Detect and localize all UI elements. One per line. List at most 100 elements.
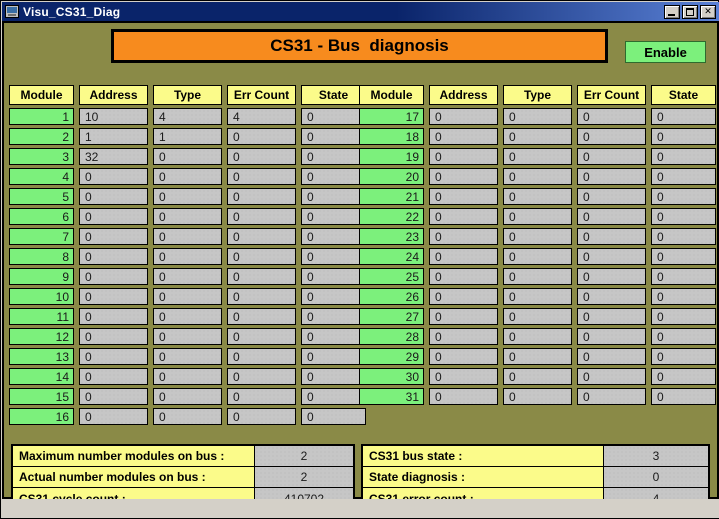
type-cell: 0 xyxy=(503,348,572,365)
table-row: 23 0 0 0 0 xyxy=(359,228,716,245)
type-cell: 0 xyxy=(503,168,572,185)
module-cell: 16 xyxy=(9,408,74,425)
err-count-cell: 0 xyxy=(227,168,296,185)
err-count-cell: 0 xyxy=(227,388,296,405)
table-row: 28 0 0 0 0 xyxy=(359,328,716,345)
table-row: 60000 xyxy=(9,208,366,225)
column-header-address: Address xyxy=(79,85,148,105)
module-cell: 19 xyxy=(359,148,424,165)
module-cell: 29 xyxy=(359,348,424,365)
state-cell: 0 xyxy=(651,188,716,205)
table-row: 24 0 0 0 0 xyxy=(359,248,716,265)
table-header-row-right: Module Address Type Err Count State xyxy=(359,85,716,105)
maximize-button[interactable] xyxy=(682,4,698,19)
table-row: 40000 xyxy=(9,168,366,185)
type-cell: 0 xyxy=(503,248,572,265)
address-cell: 0 xyxy=(429,108,498,125)
state-cell: 0 xyxy=(651,248,716,265)
err-count-cell: 0 xyxy=(227,208,296,225)
err-count-cell: 0 xyxy=(227,128,296,145)
address-cell: 0 xyxy=(429,188,498,205)
table-row: 31 0 0 0 0 xyxy=(359,388,716,405)
state-cell: 0 xyxy=(651,368,716,385)
address-cell: 0 xyxy=(79,328,148,345)
state-cell: 0 xyxy=(651,228,716,245)
module-cell: 31 xyxy=(359,388,424,405)
err-count-cell: 0 xyxy=(577,208,646,225)
state-cell: 0 xyxy=(301,328,366,345)
minimize-button[interactable] xyxy=(664,4,680,19)
err-count-cell: 0 xyxy=(227,368,296,385)
table-row: 11 0 0 0 0 xyxy=(9,308,366,325)
status-label: State diagnosis : xyxy=(363,467,604,487)
err-count-cell: 0 xyxy=(577,148,646,165)
err-count-cell: 0 xyxy=(577,128,646,145)
address-cell: 0 xyxy=(429,128,498,145)
type-cell: 0 xyxy=(503,288,572,305)
type-cell: 0 xyxy=(503,388,572,405)
enable-button[interactable]: Enable xyxy=(625,41,706,63)
state-cell: 0 xyxy=(301,268,366,285)
module-cell: 11 xyxy=(9,308,74,325)
address-cell: 0 xyxy=(429,328,498,345)
table-row: 21 0 0 0 0 xyxy=(359,188,716,205)
state-cell: 0 xyxy=(651,288,716,305)
state-cell: 0 xyxy=(301,168,366,185)
status-value: 2 xyxy=(255,446,353,466)
title-bar: Visu_CS31_Diag ✕ xyxy=(2,2,719,21)
address-cell: 0 xyxy=(79,348,148,365)
state-cell: 0 xyxy=(301,208,366,225)
module-cell: 7 xyxy=(9,228,74,245)
err-count-cell: 0 xyxy=(227,408,296,425)
err-count-cell: 0 xyxy=(577,368,646,385)
state-cell: 0 xyxy=(651,208,716,225)
state-cell: 0 xyxy=(651,108,716,125)
column-header-state: State xyxy=(651,85,716,105)
module-table-left: Module Address Type Err Count State 1 10 4… xyxy=(9,85,366,425)
state-cell: 0 xyxy=(651,328,716,345)
type-cell: 0 xyxy=(153,208,222,225)
address-cell: 0 xyxy=(79,208,148,225)
err-count-cell: 0 xyxy=(227,348,296,365)
table-row: 25 0 0 0 0 xyxy=(359,268,716,285)
table-row: 90000 xyxy=(9,268,366,285)
table-row: 26 0 0 0 0 xyxy=(359,288,716,305)
err-count-cell: 0 xyxy=(577,248,646,265)
type-cell: 0 xyxy=(153,268,222,285)
err-count-cell: 0 xyxy=(227,248,296,265)
table-row: 19 0 0 0 0 xyxy=(359,148,716,165)
err-count-cell: 0 xyxy=(577,108,646,125)
close-button[interactable]: ✕ xyxy=(700,4,716,19)
table-row: 18 0 0 0 0 xyxy=(359,128,716,145)
address-cell: 0 xyxy=(429,268,498,285)
table-row: 14 0 0 0 0 xyxy=(9,368,366,385)
state-cell: 0 xyxy=(301,288,366,305)
err-count-cell: 0 xyxy=(227,228,296,245)
table-row: 12 0 0 0 0 xyxy=(9,328,366,345)
address-cell: 0 xyxy=(429,308,498,325)
address-cell: 0 xyxy=(429,348,498,365)
type-cell: 0 xyxy=(503,308,572,325)
column-header-type: Type xyxy=(503,85,572,105)
state-cell: 0 xyxy=(301,408,366,425)
module-cell: 1 xyxy=(9,108,74,125)
status-value: 0 xyxy=(604,467,708,487)
module-cell: 2 xyxy=(9,128,74,145)
type-cell: 0 xyxy=(153,368,222,385)
status-value: 3 xyxy=(604,446,708,466)
table-row: 30 0 0 0 0 xyxy=(359,368,716,385)
err-count-cell: 0 xyxy=(577,228,646,245)
err-count-cell: 0 xyxy=(577,268,646,285)
type-cell: 0 xyxy=(503,368,572,385)
address-cell: 10 xyxy=(79,108,148,125)
column-header-err-count: Err Count xyxy=(577,85,646,105)
type-cell: 0 xyxy=(503,188,572,205)
address-cell: 0 xyxy=(429,288,498,305)
table-row: 15 0 0 0 0 xyxy=(9,388,366,405)
err-count-cell: 0 xyxy=(577,188,646,205)
status-label: Actual number modules on bus : xyxy=(13,467,255,487)
address-cell: 0 xyxy=(79,228,148,245)
module-cell: 26 xyxy=(359,288,424,305)
err-count-cell: 0 xyxy=(577,388,646,405)
err-count-cell: 0 xyxy=(227,148,296,165)
